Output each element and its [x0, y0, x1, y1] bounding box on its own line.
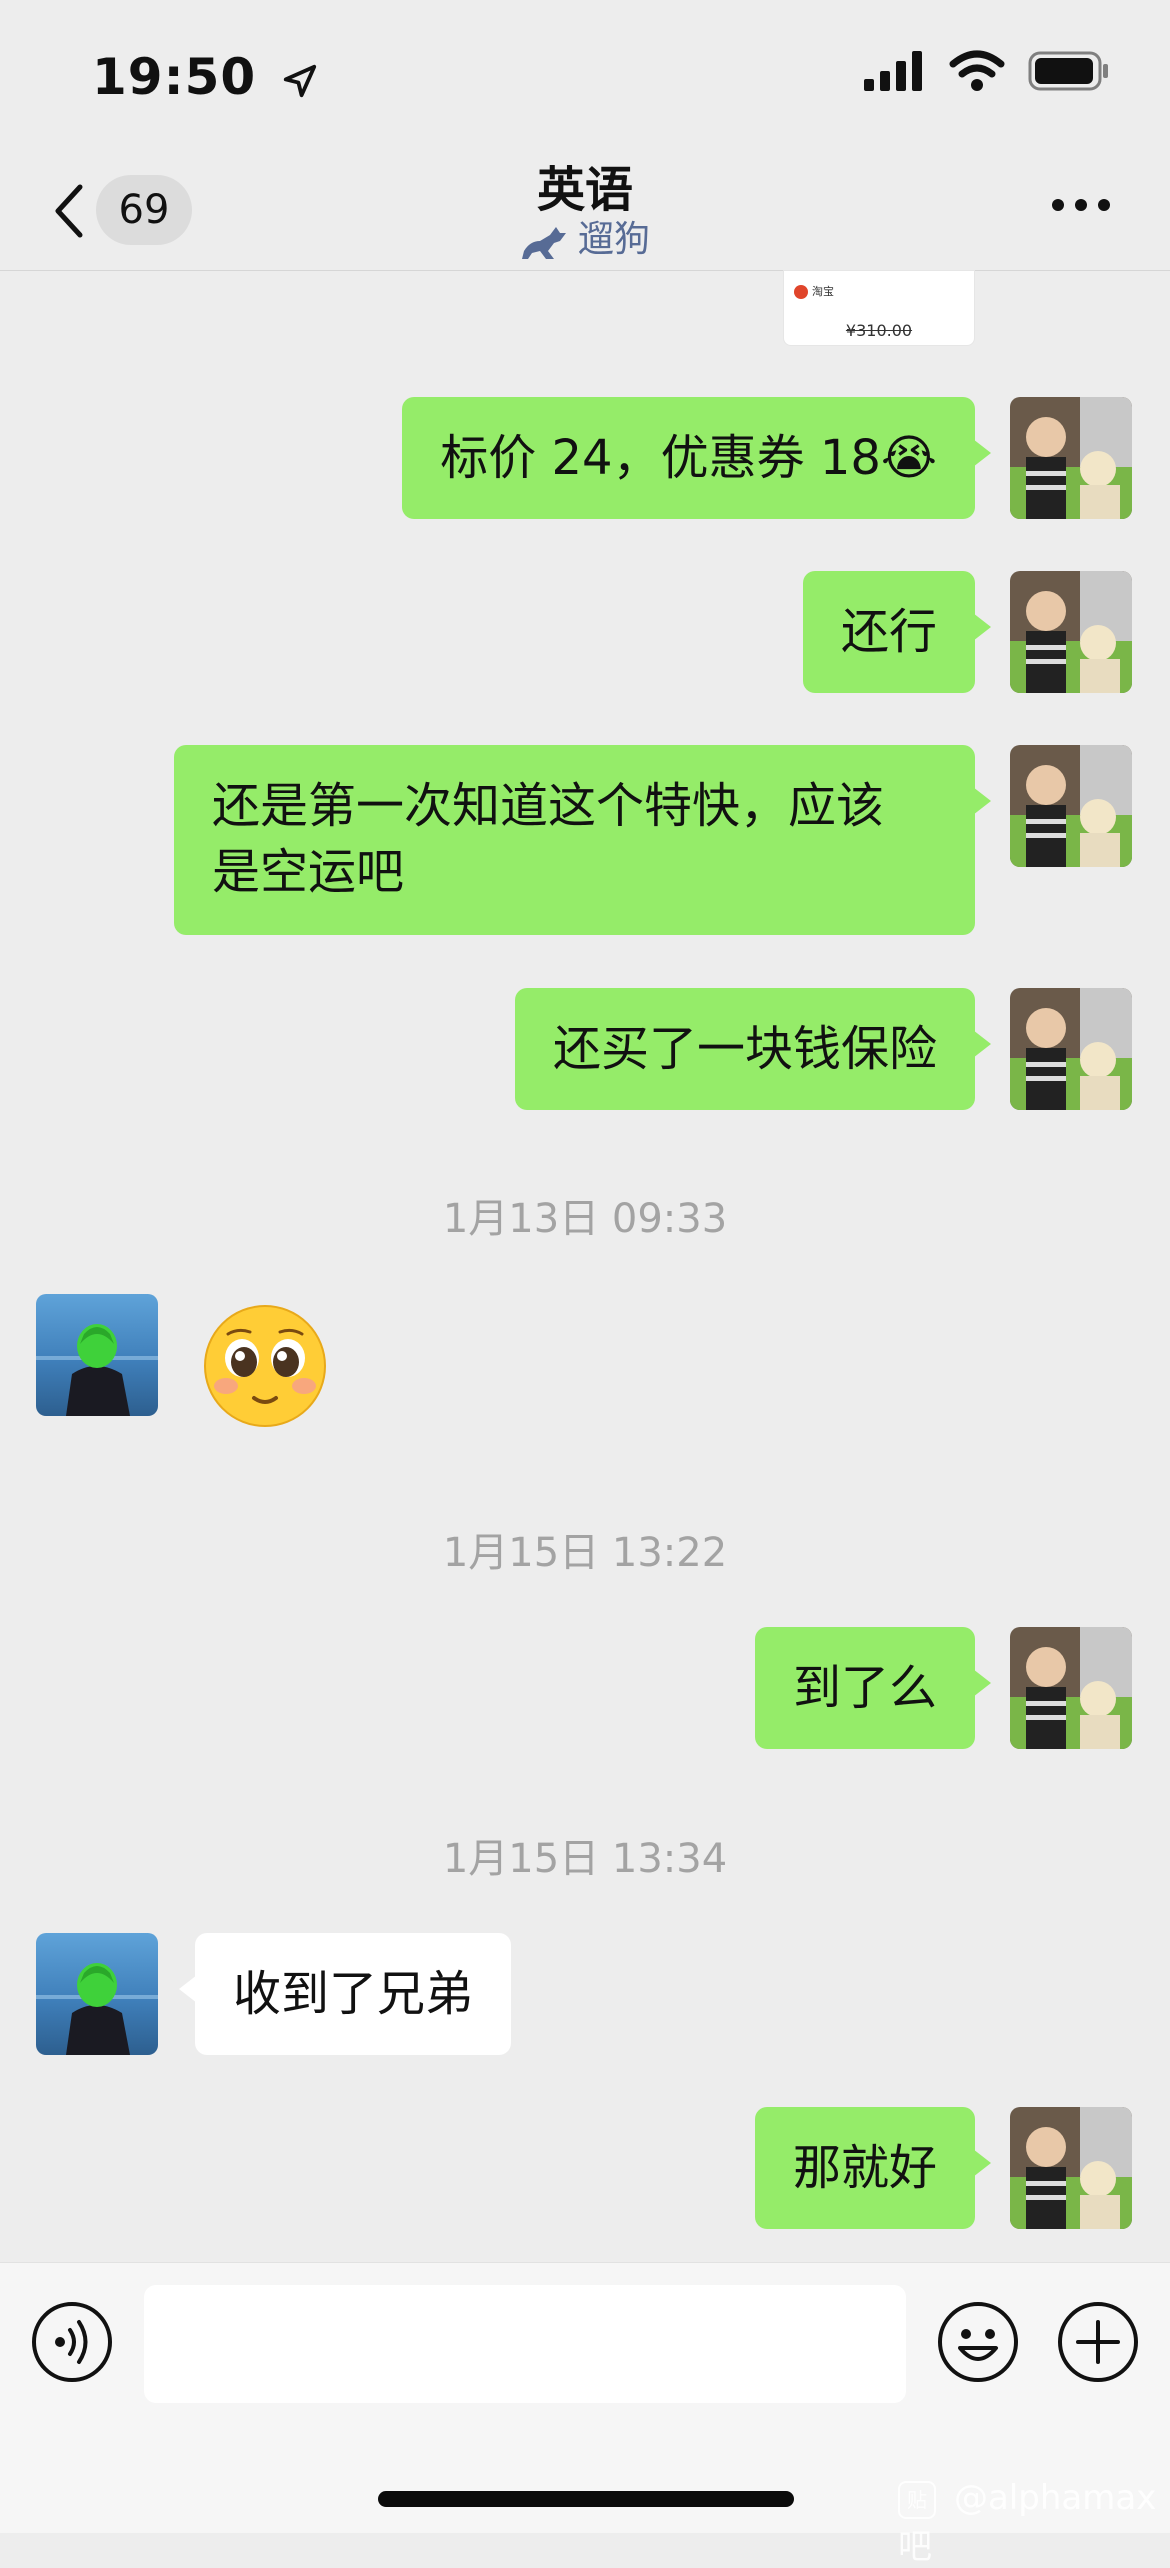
- status-time: 19:50: [92, 48, 319, 106]
- message-row: [0, 1294, 1170, 1430]
- message-row: 到了么: [0, 1627, 1170, 1749]
- voice-input-icon[interactable]: [30, 2300, 114, 2384]
- message-row: 还是第一次知道这个特快，应该 是空运吧: [0, 745, 1170, 935]
- chat-status: 遛狗: [0, 210, 1170, 262]
- my-avatar-image: [1010, 397, 1132, 519]
- my-avatar[interactable]: [1010, 571, 1132, 693]
- my-message-bubble[interactable]: 标价 24，优惠券 18😭: [402, 397, 991, 519]
- timestamp: 1月15日 13:34: [442, 1836, 728, 1882]
- image-message-preview[interactable]: 淘宝 ¥310.00: [783, 270, 975, 346]
- my-avatar-image: [1010, 571, 1132, 693]
- message-row: 标价 24，优惠券 18😭: [0, 397, 1170, 519]
- my-avatar[interactable]: [1010, 1627, 1132, 1749]
- running-dog-icon: [521, 227, 566, 259]
- message-row: 还买了一块钱保险: [0, 988, 1170, 1110]
- battery-icon: [1028, 51, 1108, 91]
- plus-icon[interactable]: [1056, 2300, 1140, 2384]
- watermark: 贴 @alphamax吧: [898, 2478, 1170, 2568]
- contact-avatar-image: [36, 1933, 158, 2055]
- my-avatar[interactable]: [1010, 745, 1132, 867]
- watermark-text: @alphamax吧: [898, 2478, 1157, 2567]
- my-avatar[interactable]: [1010, 2107, 1132, 2229]
- my-avatar[interactable]: [1010, 397, 1132, 519]
- status-time-text: 19:50: [92, 48, 257, 106]
- app-logo-icon: [794, 285, 808, 299]
- my-message-bubble[interactable]: 到了么: [754, 1627, 992, 1749]
- contact-message-bubble[interactable]: 收到了兄弟: [178, 1933, 512, 2055]
- my-message-bubble[interactable]: 那就好: [754, 2107, 992, 2229]
- my-avatar-image: [1010, 988, 1132, 1110]
- my-avatar-image: [1010, 745, 1132, 867]
- contact-avatar-image: [36, 1294, 158, 1416]
- message-input[interactable]: [144, 2285, 906, 2403]
- status-indicators: [863, 50, 1110, 110]
- my-avatar-image: [1010, 1627, 1132, 1749]
- location-arrow-icon: [283, 64, 316, 97]
- home-indicator: [378, 2491, 794, 2507]
- image-price: ¥310.00: [845, 321, 913, 340]
- cellular-signal-icon: [863, 51, 922, 91]
- message-row: 那就好: [0, 2107, 1170, 2229]
- emoji-icon[interactable]: [936, 2300, 1020, 2384]
- contact-avatar[interactable]: [36, 1933, 158, 2055]
- message-row: 收到了兄弟: [0, 1933, 1170, 2055]
- image-app-name: 淘宝: [812, 285, 834, 298]
- chat-status-text: 遛狗: [577, 219, 650, 260]
- my-message-bubble[interactable]: 还行: [802, 571, 992, 693]
- my-message-bubble[interactable]: 还买了一块钱保险: [514, 988, 992, 1110]
- timestamp: 1月13日 09:33: [442, 1196, 728, 1242]
- watermark-logo-icon: 贴: [898, 2480, 936, 2519]
- message-row: 还行: [0, 571, 1170, 693]
- pleading-face-emoji-icon[interactable]: [198, 1304, 332, 1428]
- wifi-icon: [949, 50, 1005, 91]
- more-options-icon[interactable]: [1046, 180, 1116, 230]
- my-avatar-image: [1010, 2107, 1132, 2229]
- my-message-bubble[interactable]: 还是第一次知道这个特快，应该 是空运吧: [174, 745, 991, 935]
- contact-avatar[interactable]: [36, 1294, 158, 1416]
- my-avatar[interactable]: [1010, 988, 1132, 1110]
- timestamp: 1月15日 13:22: [442, 1530, 728, 1576]
